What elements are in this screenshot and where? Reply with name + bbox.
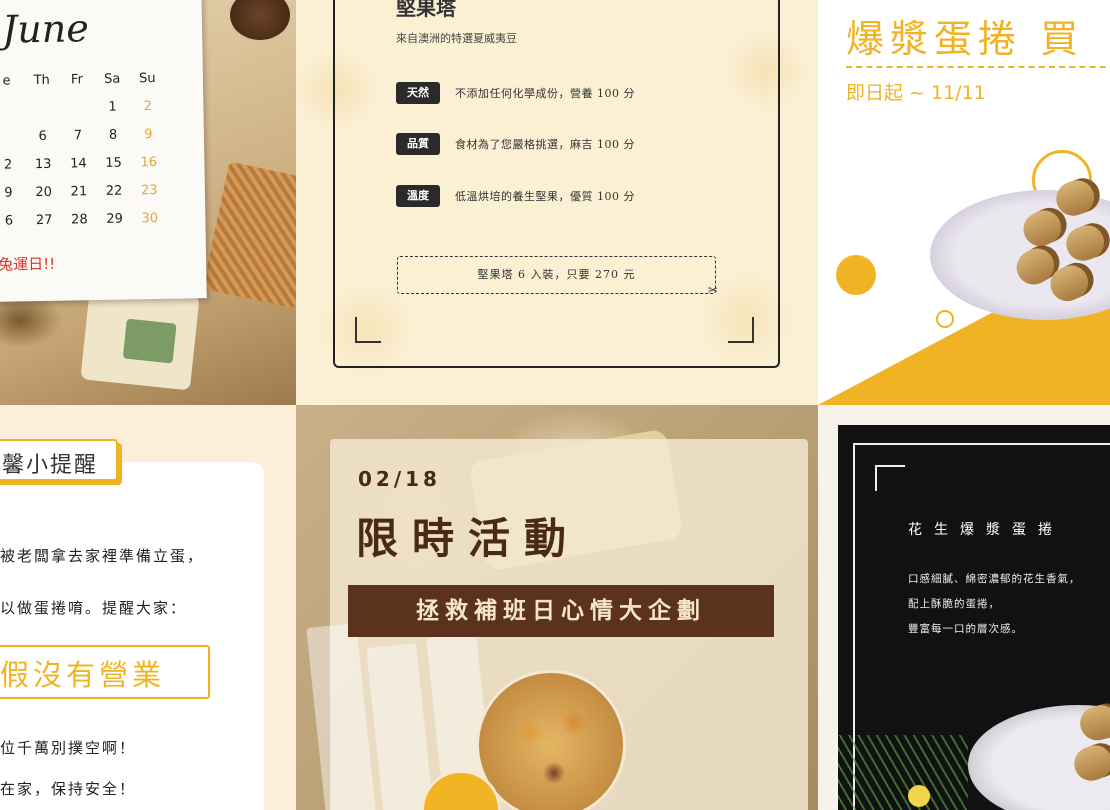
description-line: 豐富每一口的層次感。 <box>908 623 1023 635</box>
feature-text: 不添加任何化學成份，營養 100 分 <box>455 87 635 100</box>
weekday-header: Su <box>138 70 156 87</box>
calendar-day: 8 <box>108 127 118 143</box>
calendar-day <box>60 98 96 119</box>
reminder-post-tile[interactable]: 馨小提醒 被老闆拿去家裡準備立蛋， 以做蛋捲唷。提醒大家： 假沒有營業 位千萬別… <box>0 405 296 810</box>
flower-image <box>908 785 930 807</box>
calendar-day: 13 <box>34 156 52 173</box>
corner-bracket-left <box>355 317 381 343</box>
reminder-line: 位千萬別撲空啊！ <box>0 739 137 757</box>
nut-tart-post-tile[interactable]: 堅果塔 來自澳洲的特選夏威夷豆 天然 不添加任何化學成份，營養 100 分 品質… <box>296 0 818 405</box>
coupon-box: 堅果塔 6 入裝，只要 270 元 <box>397 256 716 294</box>
herb-garnish-image <box>838 735 968 810</box>
product-subtitle: 來自澳洲的特選夏威夷豆 <box>396 32 517 45</box>
calendar-handwritten-note: 兔運日!! <box>0 254 56 274</box>
peanut-egg-roll-tile[interactable]: 花生爆漿蛋捲 口感細膩、綿密濃郁的花生香氣， 配上酥脆的蛋捲， 豐富每一口的層次… <box>818 405 1110 810</box>
event-headline: 限時活動 <box>356 514 581 563</box>
reminder-label-text: 馨小提醒 <box>2 453 99 478</box>
weekday-header: Fr <box>70 72 84 88</box>
event-banner: 拯救補班日心情大企劃 <box>348 585 774 637</box>
calendar-day: 7 <box>73 128 83 144</box>
calendar-day <box>0 127 25 148</box>
calendar-day: 6 <box>38 128 47 145</box>
scissor-icon: ✂ <box>708 283 719 297</box>
calendar-grid: e Th Fr Sa Su 1 2 6 7 8 9 2 13 14 15 16 … <box>0 69 168 232</box>
reminder-label: 馨小提醒 <box>0 439 118 481</box>
calendar-day <box>0 99 25 120</box>
calendar-day: 28 <box>70 212 88 228</box>
reminder-line: 以做蛋捲唷。提醒大家： <box>0 599 188 617</box>
calendar-day: 29 <box>106 211 123 227</box>
calendar-day: 21 <box>70 184 88 200</box>
promo-title: 爆漿蛋捲 買 <box>846 17 1085 61</box>
calendar-day: 15 <box>105 155 123 171</box>
description-line: 配上酥脆的蛋捲， <box>908 598 1000 610</box>
cracker-snack-image <box>80 284 200 391</box>
product-title: 花生爆漿蛋捲 <box>908 522 1064 538</box>
calendar-day: 14 <box>70 156 87 172</box>
reminder-line: 在家，保持安全！ <box>0 780 137 798</box>
highlight-text: 假沒有營業 <box>0 658 166 692</box>
description-line: 口感細膩、綿密濃郁的花生香氣， <box>908 573 1081 585</box>
calendar-day: 2 <box>3 157 13 173</box>
promo-date: 即日起 ~ 11/11 <box>846 82 986 104</box>
reminder-line: 被老闆拿去家裡準備立蛋， <box>0 547 205 565</box>
feature-text: 食材為了您嚴格挑選，麻吉 100 分 <box>455 138 635 151</box>
calendar-day <box>24 99 60 120</box>
highlight-box: 假沒有營業 <box>0 645 210 699</box>
tart-circle-photo <box>476 670 626 810</box>
small-ring-decoration <box>936 310 954 328</box>
calendar-day: 1 <box>108 99 117 115</box>
feature-row: 天然 不添加任何化學成份，營養 100 分 <box>396 82 635 104</box>
feature-tag: 天然 <box>396 82 440 104</box>
calendar-day: 22 <box>105 183 123 199</box>
feature-tag: 品質 <box>396 133 440 155</box>
feature-row: 溫度 低溫烘培的養生堅果，優質 100 分 <box>396 185 635 207</box>
calendar-day: 6 <box>4 213 14 229</box>
calendar-day: 30 <box>141 210 159 227</box>
corner-bracket-right <box>728 317 754 343</box>
corner-bracket <box>875 465 905 491</box>
calendar-day: 2 <box>143 99 153 115</box>
egg-roll-promo-tile[interactable]: 爆漿蛋捲 買 即日起 ~ 11/11 <box>818 0 1110 405</box>
dashed-divider <box>846 66 1110 68</box>
calendar-card: June e Th Fr Sa Su 1 2 6 7 8 9 2 13 14 1… <box>0 0 207 302</box>
feature-text: 低溫烘培的養生堅果，優質 100 分 <box>455 190 635 203</box>
feature-row: 品質 食材為了您嚴格挑選，麻吉 100 分 <box>396 133 635 155</box>
calendar-day: 20 <box>35 184 53 201</box>
weekday-header: Sa <box>103 71 121 87</box>
calendar-day: 27 <box>35 212 53 229</box>
dot-decoration <box>836 255 876 295</box>
content-frame <box>333 0 780 368</box>
calendar-post-tile[interactable]: June e Th Fr Sa Su 1 2 6 7 8 9 2 13 14 1… <box>0 0 296 405</box>
feature-tag: 溫度 <box>396 185 440 207</box>
calendar-day: 9 <box>144 127 153 143</box>
limited-event-tile[interactable]: 02/18 限時活動 拯救補班日心情大企劃 <box>296 405 818 810</box>
product-title: 堅果塔 <box>396 0 456 20</box>
calendar-day: 23 <box>140 182 158 199</box>
weekday-header: Th <box>33 72 50 89</box>
calendar-day: 16 <box>140 154 158 171</box>
weekday-header: e <box>2 73 11 89</box>
calendar-day: 9 <box>4 185 13 201</box>
event-date: 02/18 <box>358 467 441 491</box>
calendar-month: June <box>1 6 90 52</box>
